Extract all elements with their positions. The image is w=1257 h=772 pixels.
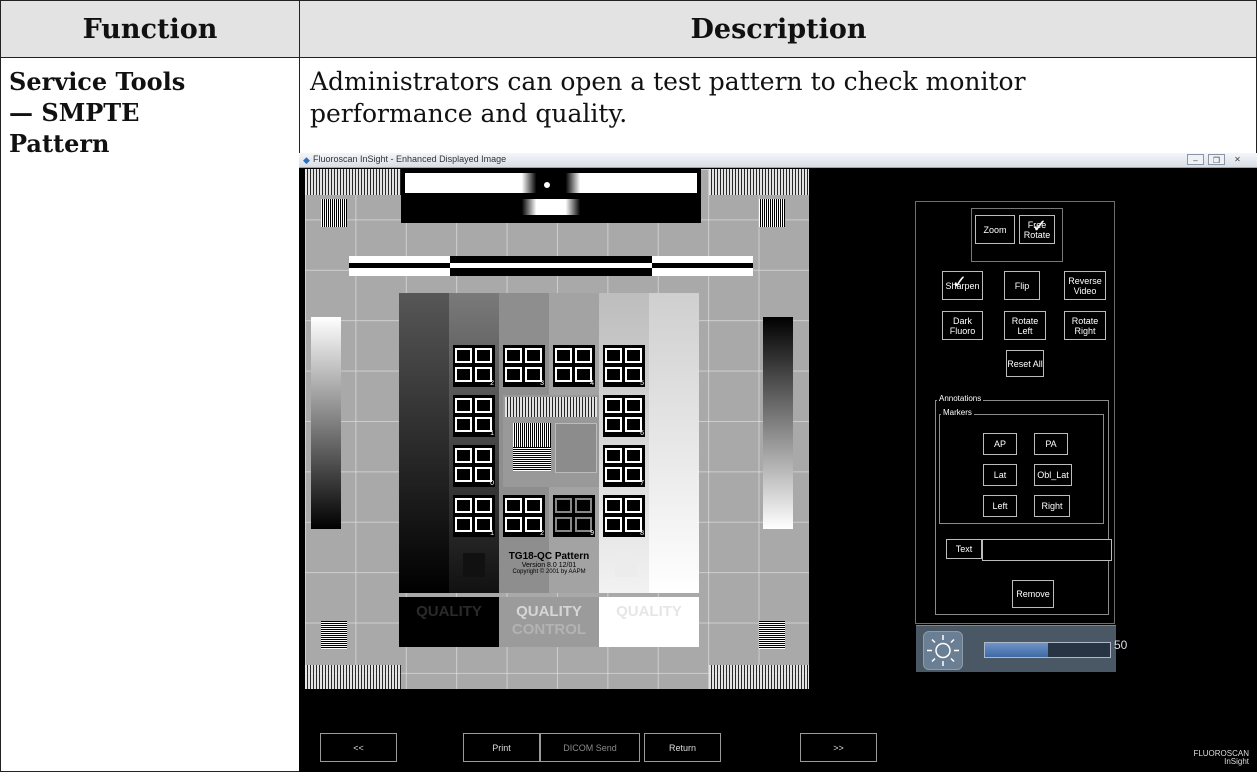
gray-step <box>449 293 499 593</box>
remove-button[interactable]: Remove <box>1012 580 1054 608</box>
pattern-tile: 9 <box>553 495 595 537</box>
checkmark-icon: ✓ <box>952 272 968 292</box>
flip-button[interactable]: Flip <box>1004 271 1040 300</box>
marker-obl-lat-button[interactable]: Obl_Lat <box>1034 464 1072 486</box>
function-header: Function <box>0 0 299 57</box>
pattern-label: TG18-QC Pattern Version 8.0 12/01 Copyri… <box>499 551 599 575</box>
reverse-video-button[interactable]: Reverse Video <box>1064 271 1106 300</box>
annotation-text-input[interactable] <box>982 539 1112 561</box>
restore-icon[interactable]: ❐ <box>1208 154 1225 165</box>
gray-step <box>649 293 699 593</box>
markers-label: Markers <box>941 408 974 417</box>
corner-text-pattern <box>305 665 401 689</box>
reset-all-button[interactable]: Reset All <box>1006 350 1044 377</box>
app-window: ◆ Fluoroscan InSight - Enhanced Displaye… <box>299 153 1257 772</box>
qc-word: QUALITY <box>416 603 482 620</box>
resolution-patch <box>759 621 785 649</box>
brightness-control: 50 <box>916 625 1127 672</box>
pattern-name: TG18-QC Pattern <box>508 551 590 562</box>
logo-line-2: InSight <box>1224 757 1249 766</box>
center-resolution-block <box>503 395 599 487</box>
pattern-tile: 2 <box>503 495 545 537</box>
function-cell: Service Tools — SMPTE Pattern <box>0 57 299 772</box>
qc-word: QUALITY <box>616 603 682 620</box>
gray-patch <box>463 553 485 577</box>
description-text: Administrators can open a test pattern t… <box>310 67 1026 128</box>
pattern-tile: 6 <box>603 395 645 437</box>
control-panel: Zoom Free Rotate ✓ Sharpen ✓ Flip Revers… <box>915 201 1127 672</box>
fluoroscan-logo: FLUOROSCAN InSight <box>1193 750 1249 766</box>
luminance-ramp-left <box>311 317 341 529</box>
annotations-label: Annotations <box>937 394 984 403</box>
resolution-patch <box>759 199 785 227</box>
qc-word: QUALITY <box>516 603 582 620</box>
brightness-value: 50 <box>1114 638 1128 652</box>
window-titlebar: ◆ Fluoroscan InSight - Enhanced Displaye… <box>299 153 1257 168</box>
corner-text-pattern <box>305 169 401 195</box>
qc-word: CONTROL <box>511 621 587 638</box>
luminance-ramp-right <box>763 317 793 529</box>
marker-pa-button[interactable]: PA <box>1034 433 1068 455</box>
pattern-tile: 5 <box>603 345 645 387</box>
zoom-button[interactable]: Zoom <box>975 215 1015 244</box>
dark-fluoro-button[interactable]: Dark Fluoro <box>942 311 983 340</box>
close-icon[interactable]: ✕ <box>1229 154 1246 165</box>
description-cell: Administrators can open a test pattern t… <box>299 57 1257 153</box>
marker-left-button[interactable]: Left <box>983 495 1017 517</box>
brightness-fill <box>985 643 1048 657</box>
pattern-tile: 1 <box>453 395 495 437</box>
test-pattern-image: 2 3 4 5 1 6 0 7 1 2 9 8 TG18-QC Pattern … <box>305 169 809 689</box>
brightness-icon[interactable] <box>923 631 963 670</box>
pattern-tile: 0 <box>453 445 495 487</box>
function-name: Service Tools — SMPTE Pattern <box>9 67 186 158</box>
marker-ap-button[interactable]: AP <box>983 433 1017 455</box>
markers-group <box>939 414 1104 524</box>
app-icon: ◆ <box>303 155 310 165</box>
window-title: Fluoroscan InSight - Enhanced Displayed … <box>313 154 507 164</box>
pattern-tile: 8 <box>603 495 645 537</box>
checkmark-icon: ✓ <box>1032 216 1048 236</box>
corner-text-pattern <box>709 169 809 195</box>
pattern-tile: 3 <box>503 345 545 387</box>
resolution-patch <box>321 199 347 227</box>
next-button[interactable]: >> <box>800 733 877 762</box>
text-button[interactable]: Text <box>946 539 982 559</box>
gray-step <box>599 293 649 593</box>
pattern-copyright: Copyright © 2001 by AAPM <box>512 569 586 575</box>
contrast-bar-inner <box>349 263 753 268</box>
rotate-right-button[interactable]: Rotate Right <box>1064 311 1106 340</box>
print-button[interactable]: Print <box>463 733 540 762</box>
gray-patch <box>615 553 637 577</box>
pattern-tile: 7 <box>603 445 645 487</box>
return-button[interactable]: Return <box>644 733 721 762</box>
description-header: Description <box>299 0 1257 57</box>
pattern-version: Version 8.0 12/01 <box>521 562 577 569</box>
minimize-icon[interactable]: – <box>1187 154 1204 165</box>
dicom-send-button[interactable]: DICOM Send <box>540 733 640 762</box>
marker-right-button[interactable]: Right <box>1034 495 1070 517</box>
rotate-left-button[interactable]: Rotate Left <box>1004 311 1046 340</box>
luminance-strip <box>401 169 701 223</box>
marker-lat-button[interactable]: Lat <box>983 464 1017 486</box>
brightness-slider[interactable] <box>984 642 1111 658</box>
gray-step <box>399 293 449 593</box>
pattern-tile: 2 <box>453 345 495 387</box>
pattern-tile: 4 <box>553 345 595 387</box>
previous-button[interactable]: << <box>320 733 397 762</box>
resolution-patch <box>321 621 347 649</box>
corner-text-pattern <box>709 665 809 689</box>
pattern-tile: 1 <box>453 495 495 537</box>
